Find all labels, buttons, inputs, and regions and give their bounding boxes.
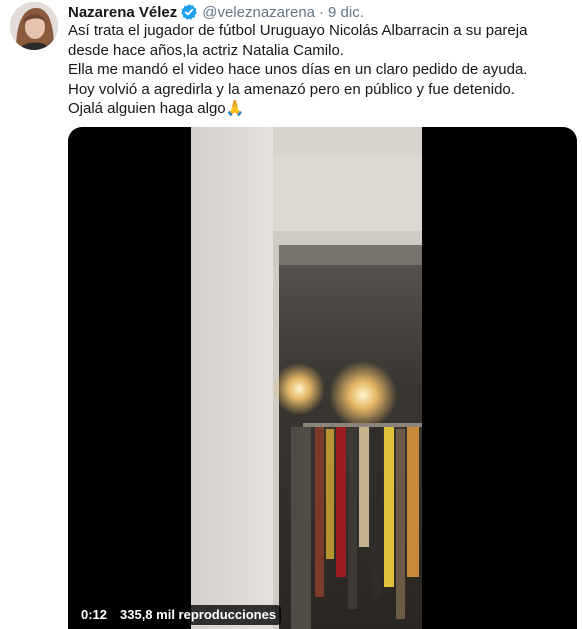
tweet-text-line: Así trata el jugador de fútbol Uruguayo … bbox=[68, 22, 528, 39]
tweet-text-line: Hoy volvió a agredirla y la amenazó pero… bbox=[68, 80, 515, 98]
header-separator: · bbox=[319, 3, 325, 21]
tweet-card[interactable]: Nazarena Vélez @veleznazarena · 9 dic. A… bbox=[0, 0, 582, 629]
avatar-image bbox=[10, 2, 58, 50]
author-handle[interactable]: @veleznazarena bbox=[202, 4, 315, 21]
video-elapsed-time: 0:12 bbox=[76, 605, 113, 625]
tweet-date[interactable]: 9 dic. bbox=[328, 4, 364, 21]
video-still bbox=[191, 127, 422, 629]
author-name[interactable]: Nazarena Vélez bbox=[68, 4, 177, 21]
video-frame bbox=[191, 127, 422, 629]
tweet-text-line: Ella me mandó el video hace unos días en… bbox=[68, 61, 528, 78]
avatar[interactable] bbox=[10, 2, 58, 50]
tweet-text: Así trata el jugador de fútbol Uruguayo … bbox=[68, 21, 573, 119]
tweet-text-line: Ojalá alguien haga algo🙏 bbox=[68, 100, 245, 117]
video-player[interactable]: 0:12 335,8 mil reproducciones bbox=[68, 127, 577, 629]
verified-badge-icon bbox=[181, 4, 198, 20]
video-view-count: 335,8 mil reproducciones bbox=[115, 605, 282, 625]
tweet-text-line: desde hace años,la actriz Natalia Camilo… bbox=[68, 41, 344, 59]
tweet-header: Nazarena Vélez @veleznazarena · 9 dic. bbox=[68, 2, 364, 22]
